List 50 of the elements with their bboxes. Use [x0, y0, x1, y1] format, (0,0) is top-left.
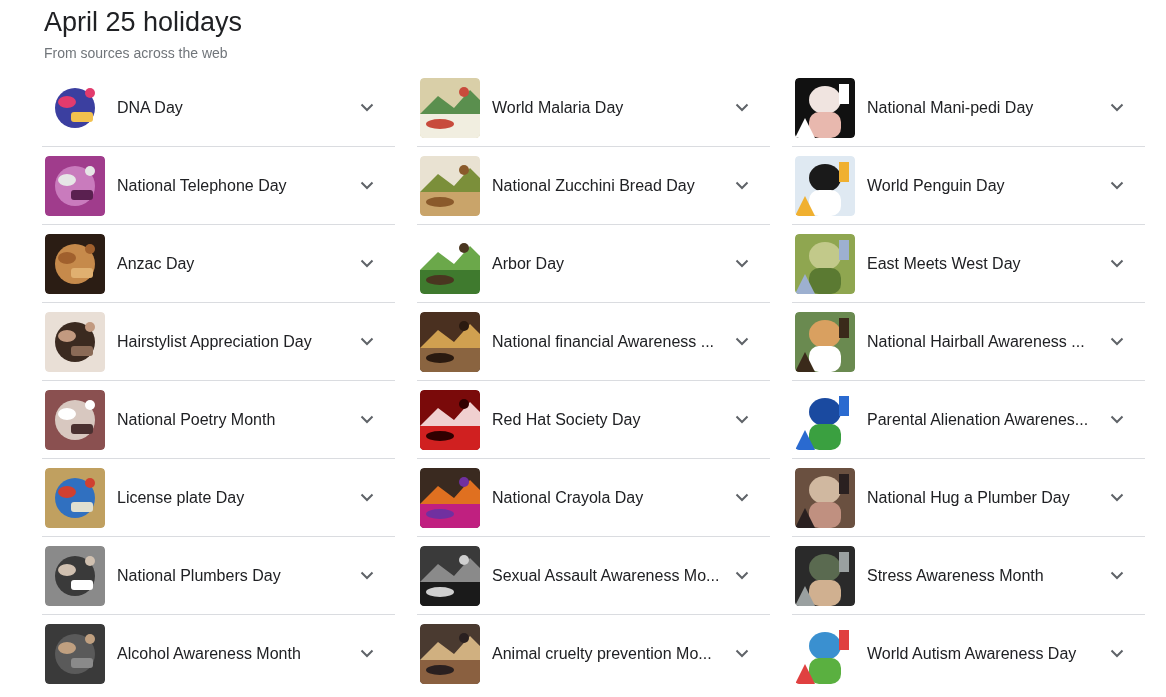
chevron-icon [1110, 181, 1124, 190]
subtitle: From sources across the web [44, 45, 229, 61]
holiday-name: License plate Day [117, 488, 246, 507]
chevron-icon [1110, 337, 1124, 346]
holiday-name: National Zucchini Bread Day [492, 176, 696, 195]
chevron-icon [1110, 571, 1124, 580]
chevron-icon [735, 103, 749, 112]
holiday-name: National Poetry Month [117, 410, 277, 429]
holiday-name: Arbor Day [492, 254, 566, 273]
chevron-icon [360, 337, 374, 346]
chevron-icon [735, 415, 749, 424]
holiday-name: DNA Day [117, 98, 184, 117]
holiday-name: National Crayola Day [492, 488, 645, 507]
holiday-name: Red Hat Society Day [492, 410, 642, 429]
holiday-name: National Hug a Plumber Day [867, 488, 1071, 507]
holiday-name: Hairstylist Appreciation Day [117, 332, 313, 351]
chevron-icon [360, 571, 374, 580]
chevron-icon [735, 259, 749, 268]
chevron-icon [360, 103, 374, 112]
chevron-icon [735, 493, 749, 502]
chevron-icon [735, 571, 749, 580]
chevron-icon [735, 649, 749, 658]
holiday-name: World Penguin Day [867, 176, 1006, 195]
chevron-icon [360, 649, 374, 658]
holiday-name: East Meets West Day [867, 254, 1022, 273]
holiday-name: World Malaria Day [492, 98, 625, 117]
chevron-icon [360, 181, 374, 190]
holiday-name: World Autism Awareness Day [867, 644, 1078, 663]
holiday-name: National Mani-pedi Day [867, 98, 1035, 117]
chevron-icon [360, 415, 374, 424]
holiday-name: National Telephone Day [117, 176, 288, 195]
chevron-icon [1110, 103, 1124, 112]
holiday-name: National Hairball Awareness ... [867, 332, 1086, 351]
holiday-name: National Plumbers Day [117, 566, 282, 585]
holiday-name: Animal cruelty prevention Mo... [492, 644, 713, 663]
chevron-icon [735, 337, 749, 346]
holiday-name: Parental Alienation Awarenes... [867, 410, 1090, 429]
page-title: April 25 holidays [44, 6, 244, 39]
holiday-name: Anzac Day [117, 254, 196, 273]
chevron-icon [1110, 259, 1124, 268]
chevron-icon [360, 259, 374, 268]
holiday-name: Alcohol Awareness Month [117, 644, 302, 663]
chevron-icon [1110, 415, 1124, 424]
holiday-name: Stress Awareness Month [867, 566, 1045, 585]
chevron-icon [735, 181, 749, 190]
chevron-icon [1110, 649, 1124, 658]
chevron-icon [1110, 493, 1124, 502]
holiday-name: Sexual Assault Awareness Mo... [492, 566, 721, 585]
chevron-icon [360, 493, 374, 502]
holiday-name: National financial Awareness ... [492, 332, 716, 351]
